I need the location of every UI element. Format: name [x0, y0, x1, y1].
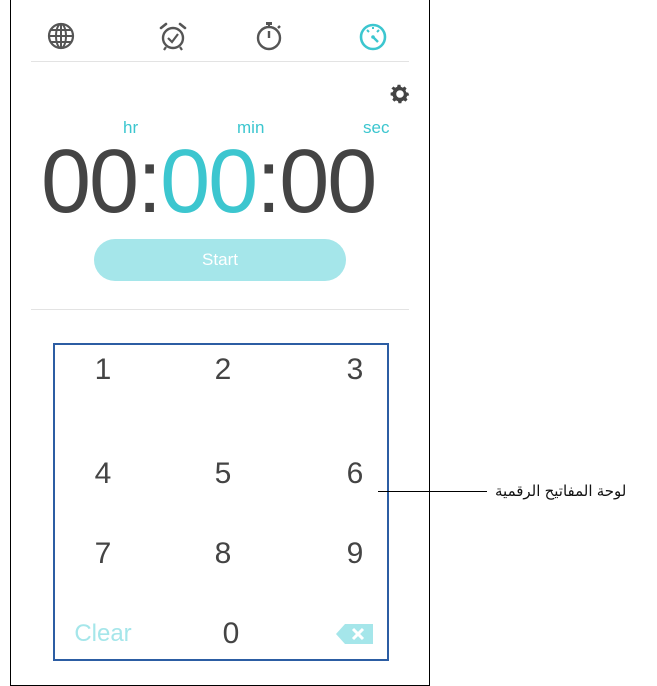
- hours-value[interactable]: 00: [41, 132, 139, 232]
- numeric-keypad: 1 2 3 4 5 6 7 8 9 Clear 0: [53, 343, 389, 661]
- keypad-divider: [31, 309, 409, 310]
- key-1[interactable]: 1: [73, 345, 133, 395]
- key-6[interactable]: 6: [325, 449, 385, 499]
- backspace-button[interactable]: [325, 609, 385, 659]
- timer-display: 00:00:00: [41, 132, 411, 232]
- backspace-icon: [336, 624, 373, 644]
- tab-timer[interactable]: [353, 18, 393, 54]
- timer-icon: [359, 23, 387, 51]
- alarm-clock-icon: [159, 22, 187, 51]
- globe-icon: [47, 22, 75, 50]
- callout-line: [378, 491, 487, 492]
- key-8[interactable]: 8: [193, 529, 253, 579]
- key-4[interactable]: 4: [73, 449, 133, 499]
- seconds-value[interactable]: 00: [279, 132, 377, 232]
- tab-divider: [31, 61, 409, 62]
- minutes-value[interactable]: 00: [160, 132, 258, 232]
- time-separator: :: [137, 132, 162, 232]
- tab-stopwatch[interactable]: [249, 18, 289, 54]
- start-button[interactable]: Start: [94, 239, 346, 281]
- stopwatch-icon: [256, 22, 282, 51]
- gear-icon: [390, 84, 410, 104]
- key-2[interactable]: 2: [193, 345, 253, 395]
- tab-alarm[interactable]: [153, 18, 193, 54]
- time-separator: :: [256, 132, 281, 232]
- settings-button[interactable]: [385, 80, 415, 108]
- tab-bar: [11, 0, 429, 62]
- key-9[interactable]: 9: [325, 529, 385, 579]
- clear-button[interactable]: Clear: [63, 609, 143, 659]
- key-5[interactable]: 5: [193, 449, 253, 499]
- key-7[interactable]: 7: [73, 529, 133, 579]
- phone-screen: hr min sec 00:00:00 Start 1 2 3 4 5 6 7 …: [10, 0, 430, 686]
- tab-world-clock[interactable]: [41, 18, 81, 54]
- key-0[interactable]: 0: [201, 609, 261, 659]
- keypad-callout-label: لوحة المفاتيح الرقمية: [495, 483, 627, 500]
- key-3[interactable]: 3: [325, 345, 385, 395]
